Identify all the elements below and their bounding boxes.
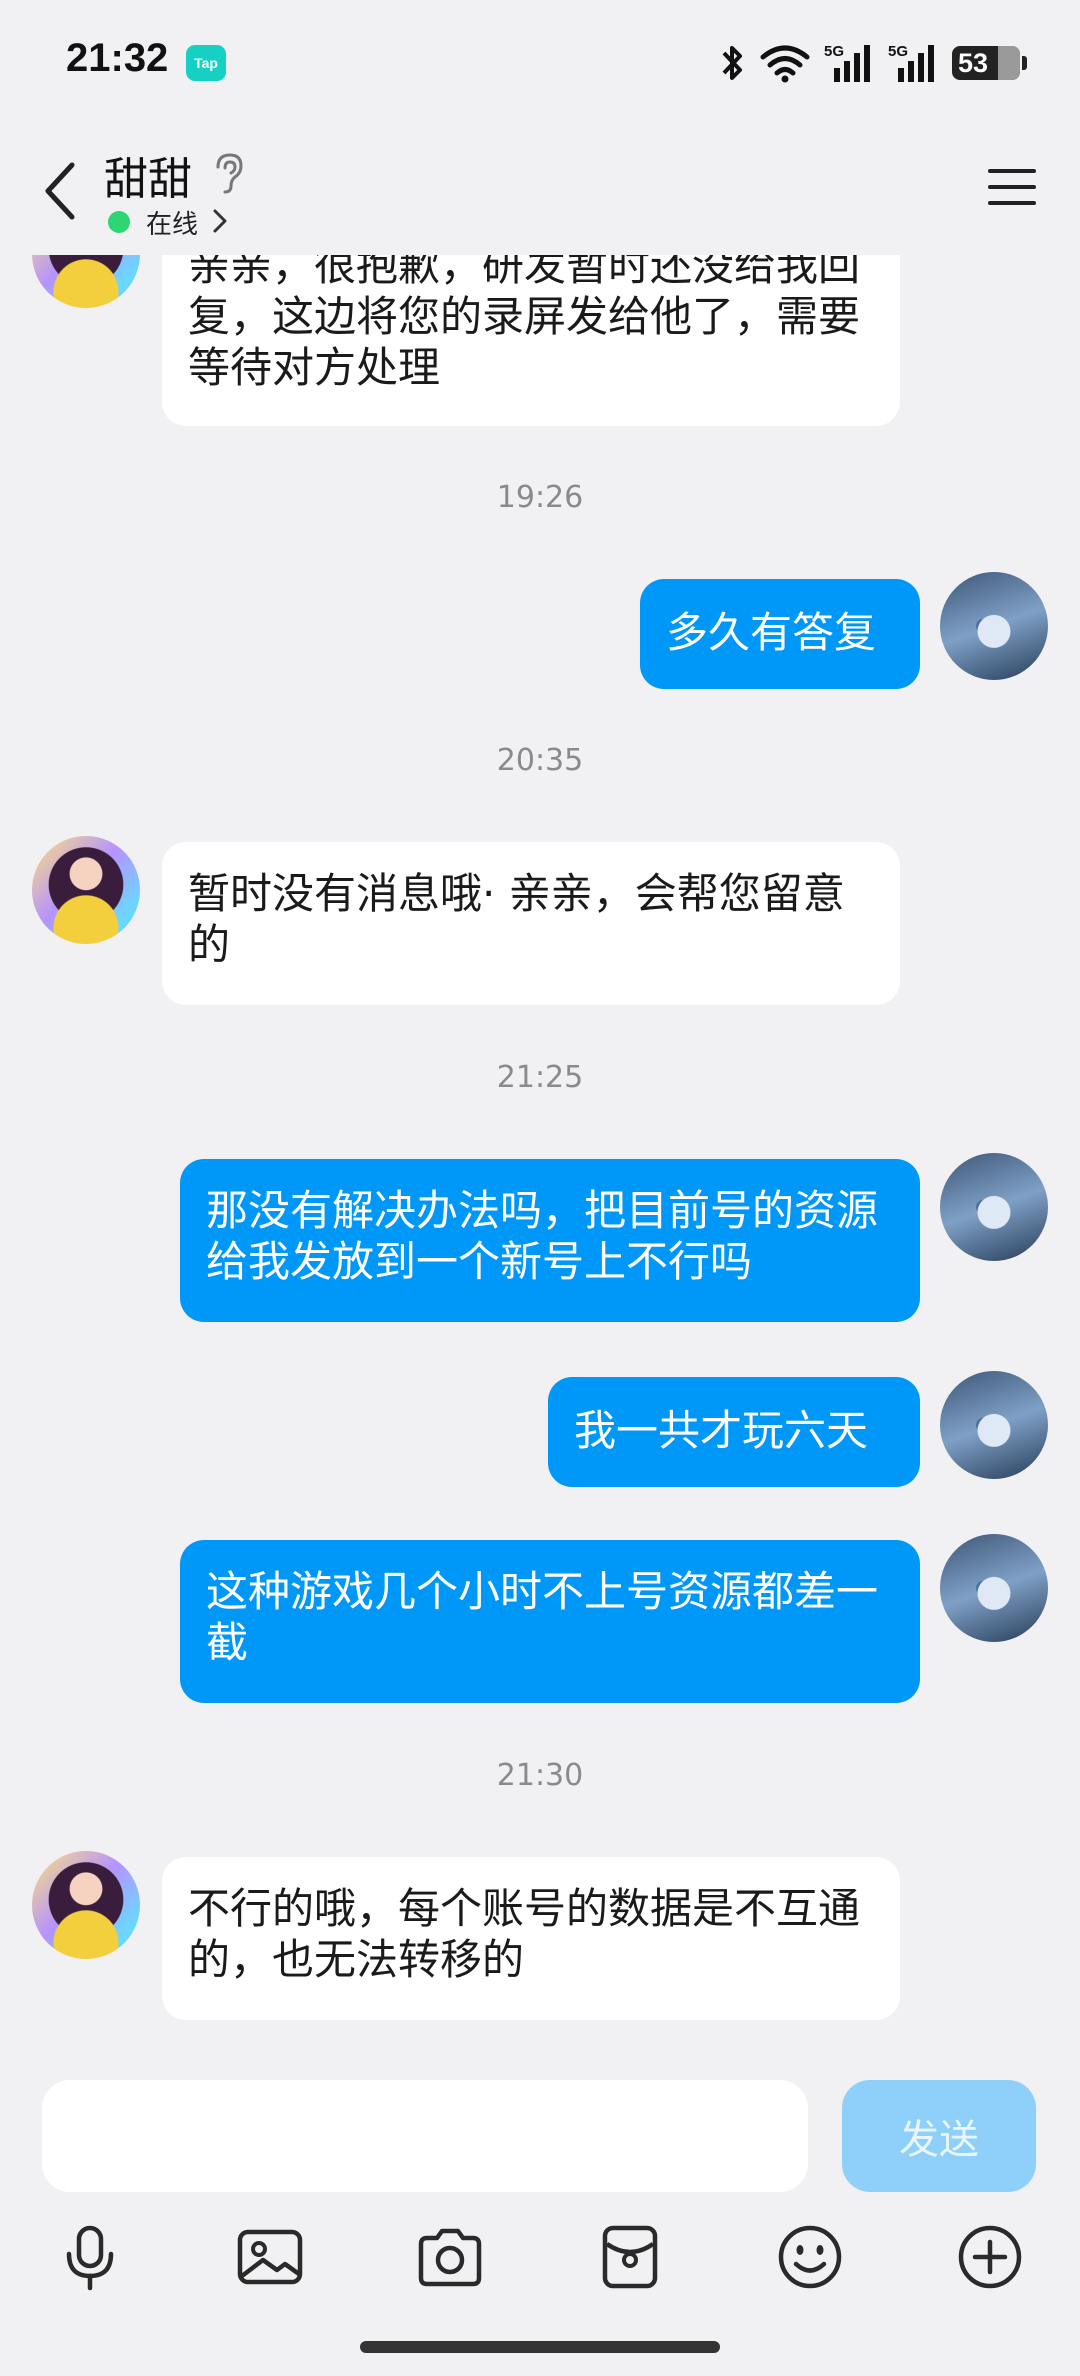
menu-icon[interactable] xyxy=(986,165,1038,209)
online-status-text[interactable]: 在线 xyxy=(146,204,198,241)
message-text: 那没有解决办法吗，把目前号的资源给我发放到一个新号上不行吗 xyxy=(206,1186,879,1286)
outgoing-message-bubble[interactable]: 这种游戏几个小时不上号资源都差一截 xyxy=(180,1540,920,1703)
my-avatar[interactable] xyxy=(940,1371,1048,1479)
my-avatar[interactable] xyxy=(940,572,1048,680)
back-button[interactable] xyxy=(30,155,90,227)
timestamp: 21:25 xyxy=(496,1060,584,1095)
home-indicator[interactable] xyxy=(360,2341,720,2353)
taptap-app-icon: Tap xyxy=(186,45,226,81)
outgoing-message-bubble[interactable]: 那没有解决办法吗，把目前号的资源给我发放到一个新号上不行吗 xyxy=(180,1159,920,1322)
chevron-left-icon xyxy=(45,162,75,220)
battery-level: 53 xyxy=(958,47,989,78)
ear-icon[interactable] xyxy=(210,151,246,195)
wifi-icon xyxy=(760,45,810,83)
my-avatar[interactable] xyxy=(940,1534,1048,1642)
camera-icon[interactable] xyxy=(415,2222,485,2292)
status-icons: 5G 5G 53 xyxy=(718,38,1027,88)
svg-text:5G: 5G xyxy=(824,43,844,60)
message-text: 暂时没有消息哦· 亲亲，会帮您留意的 xyxy=(188,869,845,969)
message-text: 这种游戏几个小时不上号资源都差一截 xyxy=(206,1567,879,1667)
incoming-message-bubble[interactable]: 暂时没有消息哦· 亲亲，会帮您留意的 xyxy=(162,842,900,1005)
message-input[interactable] xyxy=(42,2080,808,2192)
outgoing-message-bubble[interactable]: 我一共才玩六天 xyxy=(548,1377,920,1487)
agent-avatar[interactable] xyxy=(32,836,140,944)
status-bar: 21:32 Tap 5G 5G 53 xyxy=(0,0,1080,125)
timestamp: 19:26 xyxy=(496,480,584,515)
bluetooth-icon xyxy=(722,46,742,80)
image-icon[interactable] xyxy=(235,2222,305,2292)
send-button[interactable]: 发送 xyxy=(842,2080,1036,2192)
svg-text:5G: 5G xyxy=(888,43,908,60)
message-text: 不行的哦，每个账号的数据是不互通的，也无法转移的 xyxy=(188,1884,861,1984)
online-status-dot xyxy=(108,211,130,233)
my-avatar[interactable] xyxy=(940,1153,1048,1261)
signal-5g-icon: 5G xyxy=(824,43,870,82)
timestamp: 21:30 xyxy=(496,1758,584,1793)
signal-5g-icon: 5G xyxy=(888,43,934,82)
message-text: 多久有答复 xyxy=(666,608,877,657)
composer: 发送 xyxy=(0,2062,1080,2376)
status-time: 21:32 xyxy=(66,36,169,80)
outgoing-message-bubble[interactable]: 多久有答复 xyxy=(640,579,920,689)
contact-name[interactable]: 甜甜 xyxy=(104,143,192,207)
message-text: 亲亲，很抱歉，研发暂时还没给我回复，这边将您的录屏发给他了，需要等待对方处理 xyxy=(188,241,861,392)
agent-avatar[interactable] xyxy=(32,1851,140,1959)
microphone-icon[interactable] xyxy=(55,2222,125,2292)
timestamp: 20:35 xyxy=(496,743,584,778)
incoming-message-bubble[interactable]: 不行的哦，每个账号的数据是不互通的，也无法转移的 xyxy=(162,1857,900,2020)
chat-screen: 亲亲，很抱歉，研发暂时还没给我回复，这边将您的录屏发给他了，需要等待对方处理 1… xyxy=(0,0,1080,2376)
chevron-right-icon[interactable] xyxy=(212,208,228,234)
chat-header: 甜甜 在线 xyxy=(0,125,1080,255)
emoji-icon[interactable] xyxy=(775,2222,845,2292)
plus-icon[interactable] xyxy=(955,2222,1025,2292)
battery-icon: 53 xyxy=(952,46,1027,80)
red-packet-icon[interactable] xyxy=(595,2222,665,2292)
message-text: 我一共才玩六天 xyxy=(574,1406,869,1455)
